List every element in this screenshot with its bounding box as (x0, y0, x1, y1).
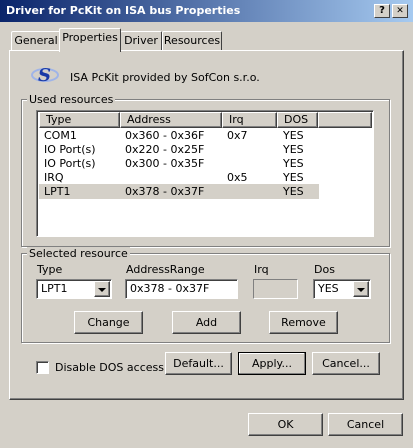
change-button[interactable]: Change (74, 311, 143, 334)
table-row[interactable]: IO Port(s) 0x300 - 0x35F YES (39, 156, 373, 171)
cell-type: IO Port(s) (44, 157, 96, 170)
chevron-down-icon (357, 288, 365, 292)
chevron-down-icon (98, 288, 106, 292)
irq-field[interactable] (253, 279, 298, 299)
type-label: Type (37, 263, 63, 276)
type-dropdown-button[interactable] (94, 281, 110, 297)
svg-text:S: S (38, 65, 51, 86)
table-row[interactable]: IRQ 0x5 YES (39, 170, 373, 185)
tab-driver[interactable]: Driver (120, 31, 162, 51)
ok-button[interactable]: OK (248, 413, 323, 436)
tab-resources[interactable]: Resources (162, 31, 222, 51)
disable-dos-label: Disable DOS access (55, 361, 164, 374)
address-range-label: AddressRange (126, 263, 205, 276)
help-button[interactable]: ? (374, 4, 390, 18)
cell-type: COM1 (44, 129, 77, 142)
cell-dos: YES (283, 185, 304, 198)
cell-address: 0x360 - 0x36F (125, 129, 205, 142)
column-header-dos[interactable]: DOS (277, 112, 318, 128)
column-header-blank (318, 112, 372, 128)
window-title: Driver for PcKit on ISA bus Properties (6, 4, 241, 17)
disable-dos-checkbox[interactable] (36, 361, 49, 374)
dos-select-value: YES (318, 282, 339, 295)
tab-general[interactable]: General (11, 31, 61, 51)
type-select-value: LPT1 (41, 282, 68, 295)
type-select[interactable]: LPT1 (36, 279, 112, 299)
address-range-field[interactable]: 0x378 - 0x37F (125, 279, 238, 299)
dos-label: Dos (314, 263, 335, 276)
cancel-button[interactable]: Cancel (328, 413, 403, 436)
cell-dos: YES (283, 157, 304, 170)
cancel-options-button[interactable]: Cancel... (312, 352, 380, 375)
irq-label: Irq (254, 263, 269, 276)
used-resources-label: Used resources (27, 93, 116, 106)
remove-button[interactable]: Remove (269, 311, 338, 334)
default-button[interactable]: Default... (165, 352, 232, 375)
cell-dos: YES (283, 143, 304, 156)
provider-text: ISA PcKit provided by SofCon s.r.o. (70, 71, 260, 84)
table-row[interactable]: IO Port(s) 0x220 - 0x25F YES (39, 142, 373, 157)
resources-list[interactable]: Type Address Irq DOS COM1 0x360 - 0x36F … (36, 110, 374, 237)
cell-type: IO Port(s) (44, 143, 96, 156)
address-range-value: 0x378 - 0x37F (130, 282, 210, 295)
title-bar[interactable]: Driver for PcKit on ISA bus Properties ?… (0, 0, 413, 22)
add-button[interactable]: Add (172, 311, 241, 334)
table-row-selected[interactable]: LPT1 0x378 - 0x37F YES (39, 184, 319, 199)
cell-address: 0x300 - 0x35F (125, 157, 205, 170)
cell-type: IRQ (44, 171, 64, 184)
dos-dropdown-button[interactable] (353, 281, 369, 297)
sofcon-logo-icon: S (30, 62, 60, 88)
column-header-type[interactable]: Type (39, 112, 120, 128)
apply-button[interactable]: Apply... (238, 352, 306, 375)
tab-properties[interactable]: Properties (59, 28, 121, 52)
close-button[interactable]: ✕ (392, 4, 408, 18)
cell-address: 0x378 - 0x37F (125, 185, 205, 198)
cell-address: 0x220 - 0x25F (125, 143, 205, 156)
cell-irq: 0x7 (227, 129, 248, 142)
cell-type: LPT1 (44, 185, 71, 198)
table-row[interactable]: COM1 0x360 - 0x36F 0x7 YES (39, 128, 373, 143)
selected-resource-label: Selected resource (27, 247, 130, 260)
cell-dos: YES (283, 171, 304, 184)
cell-dos: YES (283, 129, 304, 142)
dos-select[interactable]: YES (313, 279, 371, 299)
column-header-irq[interactable]: Irq (222, 112, 277, 128)
cell-irq: 0x5 (227, 171, 248, 184)
column-header-address[interactable]: Address (120, 112, 222, 128)
